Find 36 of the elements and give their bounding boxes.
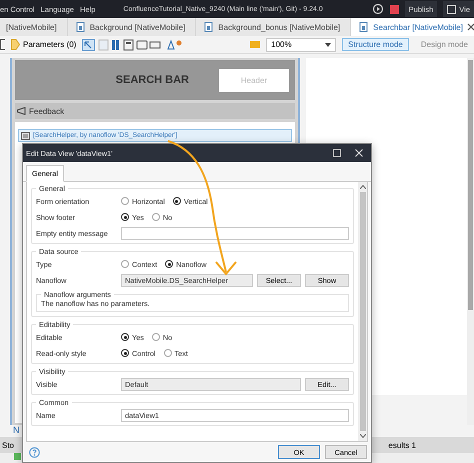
input-field[interactable] [121,226,349,240]
tag-icon [11,39,20,50]
help-icon[interactable] [29,446,40,458]
feedback-label[interactable]: Feedback [29,106,64,116]
scroll-down-icon[interactable] [360,434,366,438]
megaphone-icon [17,107,26,115]
radio-button[interactable] [165,260,174,268]
close-icon[interactable] [466,23,474,31]
radio-button[interactable] [121,197,129,205]
view-icon [447,4,456,14]
maximize-icon[interactable] [333,149,341,157]
data-view-icon [21,132,30,140]
caret-icon [325,42,332,46]
radio-button[interactable] [121,349,129,357]
radio-button[interactable] [121,260,129,268]
radio-button[interactable] [152,213,160,221]
stop-icon[interactable] [390,4,399,14]
document-tab[interactable]: Searchbar [NativeMobile] [351,18,474,36]
panel-tab[interactable]: N [13,425,20,435]
radio-button[interactable] [121,213,129,221]
radio-button[interactable] [152,333,160,341]
mode-button[interactable]: Structure mode [342,38,409,51]
panel-tab[interactable]: Sto [2,440,14,450]
radio-button[interactable] [172,197,181,205]
page-title: SEARCH BAR [116,74,189,86]
scroll-up-icon[interactable] [360,185,366,189]
scrollbar-thumb[interactable] [360,192,366,431]
radio-button[interactable] [164,349,172,357]
radio-button[interactable] [121,333,129,341]
panel-icon[interactable] [0,39,5,50]
run-icon[interactable] [372,3,384,15]
widget-toolbar-drawing[interactable] [82,38,182,50]
results-label: esults 1 [388,440,416,450]
parameters-button[interactable]: Parameters (0) [11,39,76,50]
zoom-dropdown[interactable]: 100% [266,38,336,52]
scrollbar-thumb[interactable] [468,60,473,310]
